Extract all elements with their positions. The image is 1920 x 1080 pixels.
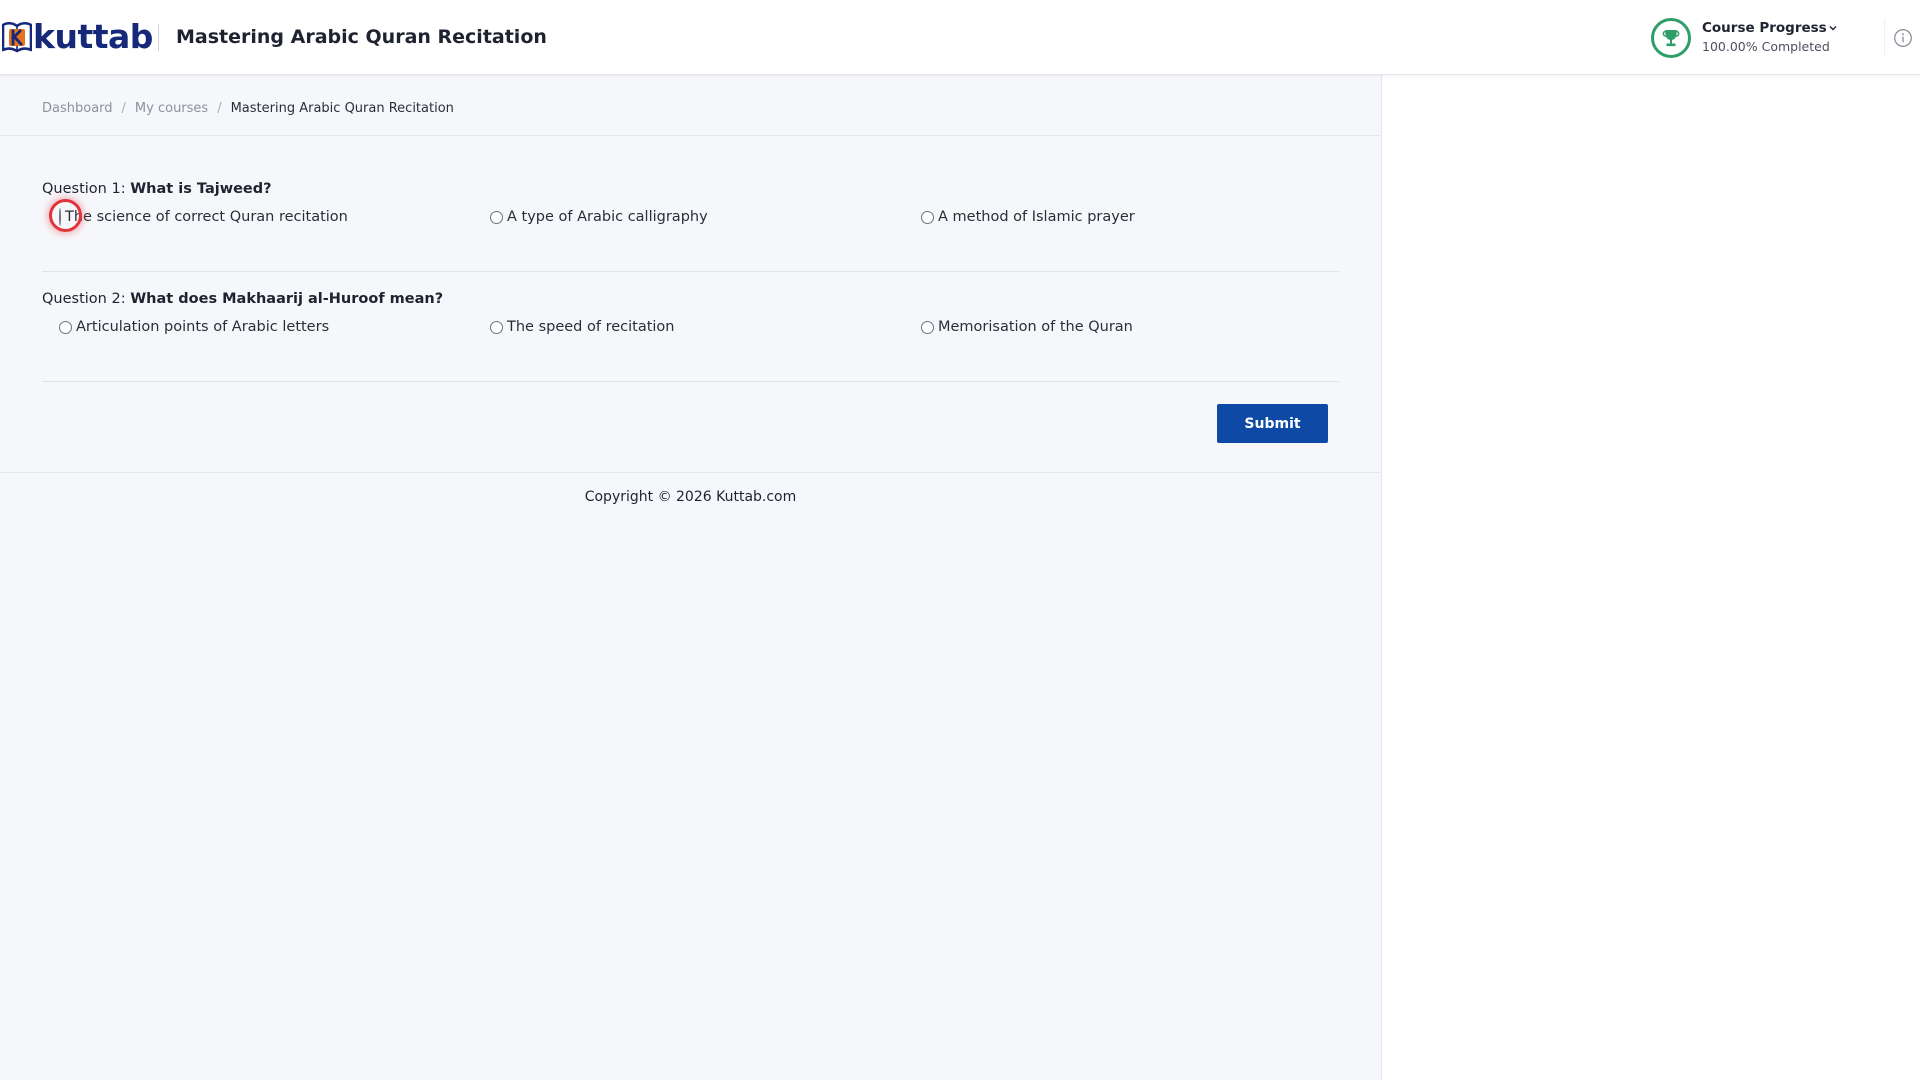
question-2-option-1[interactable]: Articulation points of Arabic letters [59, 319, 329, 335]
question-1-option-1-radio-wrap [49, 199, 82, 232]
question-2-label: Question 2: What does Makhaarij al-Huroo… [42, 291, 443, 307]
question-2-text: What does Makhaarij al-Huroof mean? [130, 291, 444, 307]
question-1-option-3-radio[interactable] [921, 210, 934, 224]
question-1: Question 1: What is Tajweed? The science… [42, 181, 1339, 272]
question-2-option-2-radio[interactable] [490, 320, 503, 334]
question-2-prefix: Question 2: [42, 291, 126, 307]
option-label: A method of Islamic prayer [938, 209, 1135, 225]
question-1-option-1-radio[interactable] [59, 208, 61, 226]
breadcrumb-my-courses[interactable]: My courses [135, 101, 208, 116]
top-header: kuttab Mastering Arabic Quran Recitation… [0, 0, 1920, 75]
breadcrumb-bar: Dashboard / My courses / Mastering Arabi… [0, 75, 1381, 136]
question-1-text: What is Tajweed? [130, 181, 272, 197]
copyright-text: Copyright © 2026 Kuttab.com [584, 489, 797, 505]
option-label: Memorisation of the Quran [938, 319, 1133, 335]
logo-text: kuttab [33, 17, 153, 56]
question-2-option-1-radio[interactable] [59, 320, 72, 334]
breadcrumb-dashboard[interactable]: Dashboard [42, 101, 113, 116]
breadcrumb-separator: / [217, 101, 222, 116]
chevron-down-icon [1829, 26, 1837, 31]
question-1-option-1[interactable]: The science of correct Quran recitation [49, 199, 348, 232]
question-1-label: Question 1: What is Tajweed? [42, 181, 272, 197]
main-content: Dashboard / My courses / Mastering Arabi… [0, 75, 1382, 1080]
course-progress-title: Course Progress [1702, 20, 1827, 36]
question-2-option-3-radio[interactable] [921, 320, 934, 334]
question-1-option-2-radio[interactable] [490, 210, 503, 224]
question-2-option-3[interactable]: Memorisation of the Quran [921, 319, 1133, 335]
trophy-icon [1651, 18, 1691, 58]
question-1-option-3[interactable]: A method of Islamic prayer [921, 209, 1135, 225]
course-progress-value: 100.00% Completed [1702, 39, 1830, 54]
course-progress-dropdown[interactable]: Course Progress 100.00% Completed [1650, 17, 1850, 59]
submit-button[interactable]: Submit [1217, 404, 1328, 443]
question-2-option-2[interactable]: The speed of recitation [490, 319, 675, 335]
page-title: Mastering Arabic Quran Recitation [176, 26, 547, 48]
breadcrumb-separator: / [121, 101, 126, 116]
page-footer: Copyright © 2026 Kuttab.com [0, 472, 1381, 532]
option-label: Articulation points of Arabic letters [76, 319, 330, 335]
info-icon [1893, 29, 1912, 47]
question-2: Question 2: What does Makhaarij al-Huroo… [42, 291, 1339, 382]
breadcrumb-current: Mastering Arabic Quran Recitation [230, 101, 454, 116]
breadcrumb: Dashboard / My courses / Mastering Arabi… [42, 101, 454, 116]
option-label: The science of correct Quran recitation [65, 209, 348, 225]
info-button[interactable] [1884, 19, 1920, 57]
option-label: The speed of recitation [507, 319, 675, 335]
option-label: A type of Arabic calligraphy [507, 209, 708, 225]
book-k-logo-icon [2, 21, 32, 53]
site-logo[interactable]: kuttab [2, 18, 153, 56]
header-divider [158, 24, 159, 51]
focus-ring [49, 199, 82, 232]
question-1-option-2[interactable]: A type of Arabic calligraphy [490, 209, 708, 225]
question-1-prefix: Question 1: [42, 181, 126, 197]
